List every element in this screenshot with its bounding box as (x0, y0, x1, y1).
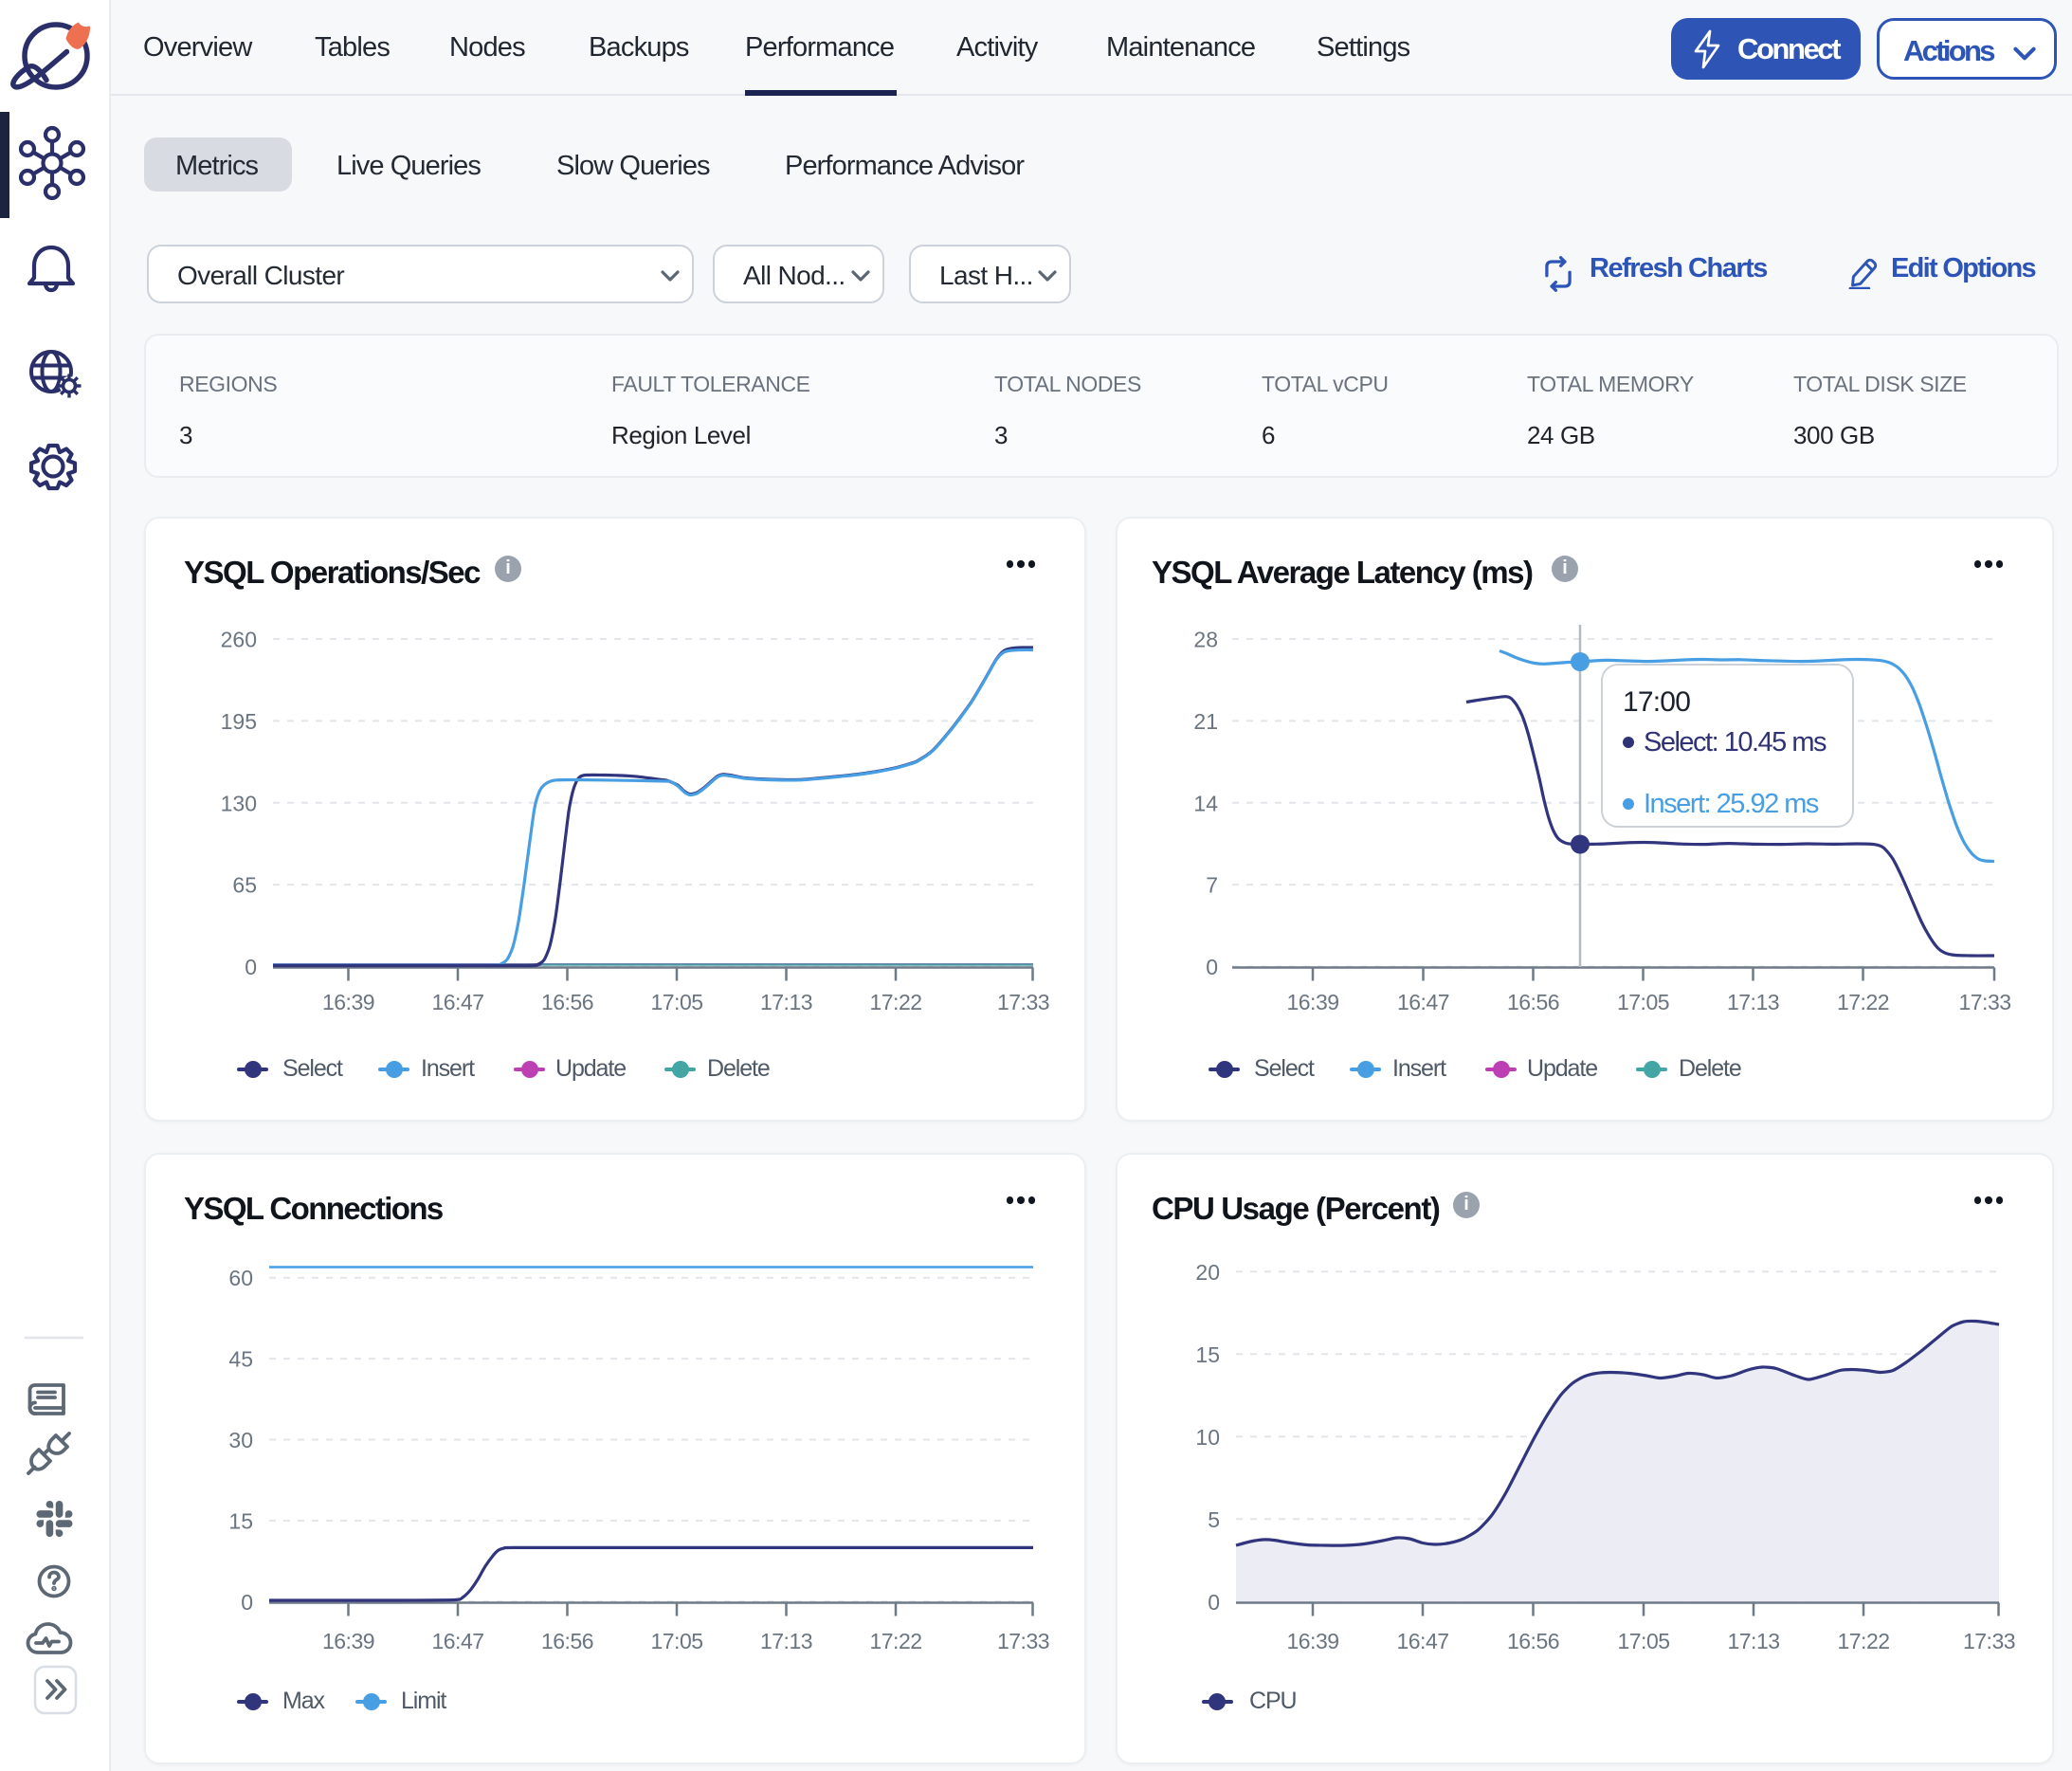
svg-text:17:22: 17:22 (869, 990, 921, 1014)
svg-text:17:05: 17:05 (1617, 1629, 1669, 1653)
svg-text:16:56: 16:56 (1507, 990, 1559, 1014)
svg-text:17:33: 17:33 (997, 1629, 1049, 1653)
svg-text:17:33: 17:33 (997, 990, 1049, 1014)
svg-text:16:39: 16:39 (1286, 1629, 1338, 1653)
svg-text:16:39: 16:39 (322, 1629, 374, 1653)
svg-text:16:47: 16:47 (1397, 990, 1449, 1014)
svg-text:28: 28 (1193, 628, 1218, 652)
svg-text:195: 195 (221, 709, 257, 734)
svg-text:17:33: 17:33 (1963, 1629, 2015, 1653)
svg-text:16:56: 16:56 (541, 990, 593, 1014)
svg-text:65: 65 (232, 873, 257, 898)
svg-text:0: 0 (1206, 955, 1218, 979)
svg-text:17:22: 17:22 (1837, 990, 1889, 1014)
svg-text:30: 30 (228, 1428, 253, 1452)
svg-text:45: 45 (228, 1347, 253, 1372)
svg-text:16:47: 16:47 (1396, 1629, 1448, 1653)
svg-text:17:13: 17:13 (760, 1629, 812, 1653)
svg-text:60: 60 (228, 1266, 253, 1290)
svg-text:17:22: 17:22 (869, 1629, 921, 1653)
svg-text:0: 0 (1208, 1590, 1220, 1615)
svg-text:17:22: 17:22 (1837, 1629, 1889, 1653)
svg-text:17:33: 17:33 (1958, 990, 2010, 1014)
svg-text:17:05: 17:05 (650, 1629, 702, 1653)
svg-text:17:05: 17:05 (650, 990, 702, 1014)
svg-text:10: 10 (1195, 1425, 1220, 1450)
svg-text:17:13: 17:13 (1727, 1629, 1779, 1653)
svg-text:16:56: 16:56 (1507, 1629, 1559, 1653)
svg-text:17:05: 17:05 (1617, 990, 1669, 1014)
svg-text:16:47: 16:47 (431, 1629, 483, 1653)
svg-text:17:13: 17:13 (760, 990, 812, 1014)
svg-text:16:56: 16:56 (541, 1629, 593, 1653)
svg-text:16:47: 16:47 (431, 990, 483, 1014)
svg-text:15: 15 (228, 1508, 253, 1533)
svg-text:17:13: 17:13 (1727, 990, 1779, 1014)
svg-text:20: 20 (1195, 1260, 1220, 1285)
svg-text:16:39: 16:39 (322, 990, 374, 1014)
svg-text:0: 0 (245, 955, 257, 979)
svg-text:260: 260 (221, 628, 257, 652)
svg-text:130: 130 (221, 791, 257, 815)
svg-text:0: 0 (241, 1590, 253, 1615)
svg-text:7: 7 (1206, 873, 1218, 898)
svg-text:16:39: 16:39 (1286, 990, 1338, 1014)
svg-text:14: 14 (1193, 791, 1218, 815)
svg-text:21: 21 (1193, 709, 1218, 734)
svg-text:5: 5 (1208, 1507, 1220, 1532)
svg-text:15: 15 (1195, 1342, 1220, 1367)
